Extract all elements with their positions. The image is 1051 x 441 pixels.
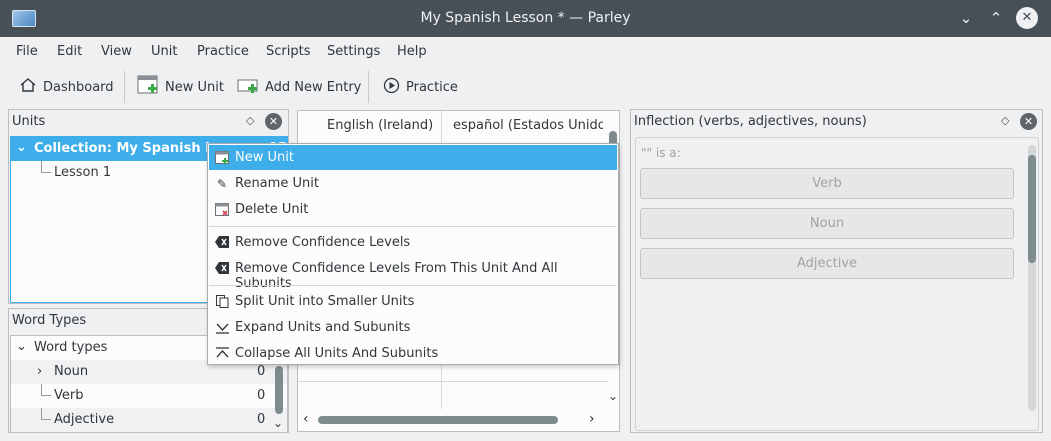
menu-scripts[interactable]: Scripts [266, 44, 310, 59]
new-unit-label: New Unit [165, 79, 224, 95]
menu-item-remove-confidence[interactable]: Remove Confidence Levels [209, 230, 617, 255]
practice-label: Practice [406, 79, 458, 95]
scroll-right-arrow-icon[interactable]: › [589, 411, 595, 427]
word-types-scrollbar[interactable] [275, 366, 283, 414]
menu-edit[interactable]: Edit [57, 44, 82, 59]
units-dock-title: Units [12, 114, 46, 129]
verb-count: 0 [257, 388, 266, 403]
tree-branch-line [41, 408, 51, 420]
verb-label: Verb [54, 388, 84, 403]
menu-practice[interactable]: Practice [197, 44, 249, 59]
grid-horizontal-scrollbar[interactable] [318, 416, 558, 424]
chevron-right-icon[interactable]: › [37, 364, 42, 379]
adjective-label: Adjective [54, 412, 115, 427]
menu-item-remove-confidence-subunits[interactable]: Remove Confidence Levels From This Unit … [209, 256, 617, 291]
add-entry-icon [237, 74, 259, 100]
menu-help[interactable]: Help [397, 44, 427, 59]
word-types-root-label: Word types [34, 340, 108, 355]
unit-context-menu: New Unit ✎ Rename Unit Delete Unit Remov… [207, 143, 619, 365]
float-icon[interactable]: ◇ [1001, 114, 1009, 127]
inflection-prompt: "" is a: [641, 146, 681, 160]
expand-icon [215, 321, 229, 335]
adjective-count: 0 [257, 412, 266, 427]
close-dock-button[interactable]: ✕ [265, 113, 282, 130]
noun-label: Noun [54, 364, 89, 379]
column-header-english[interactable]: English (Ireland) [327, 118, 433, 133]
menu-item-delete-unit[interactable]: Delete Unit [209, 197, 617, 222]
menu-unit[interactable]: Unit [151, 44, 177, 59]
home-icon [19, 77, 37, 97]
verb-button[interactable]: Verb [640, 168, 1014, 199]
menu-item-rename-unit[interactable]: ✎ Rename Unit [209, 171, 617, 196]
tree-row-adjective[interactable]: Adjective 0 [11, 408, 287, 432]
inflection-scrollbar[interactable] [1028, 145, 1036, 411]
scrollbar-thumb[interactable] [1028, 155, 1036, 263]
pencil-icon: ✎ [216, 177, 228, 191]
maximize-button[interactable]: ⌃ [985, 7, 1007, 29]
clear-icon [215, 262, 229, 276]
menu-settings[interactable]: Settings [327, 44, 380, 59]
close-dock-button[interactable]: ✕ [1020, 113, 1037, 130]
split-icon [215, 295, 229, 309]
minimize-button[interactable]: ⌄ [955, 7, 977, 29]
dashboard-button[interactable]: Dashboard [19, 74, 114, 100]
add-new-entry-button[interactable]: Add New Entry [237, 74, 361, 100]
title-bar: My Spanish Lesson * — Parley ⌄ ⌃ ✕ [0, 0, 1051, 37]
menu-item-collapse-units[interactable]: Collapse All Units And Subunits [209, 341, 617, 366]
noun-count: 0 [257, 364, 266, 379]
toolbar-separator [368, 71, 369, 103]
delete-unit-icon [215, 203, 229, 217]
menu-separator [209, 226, 617, 227]
new-unit-button[interactable]: New Unit [137, 74, 224, 100]
lesson-label: Lesson 1 [54, 165, 112, 180]
clear-icon [215, 236, 229, 250]
column-header-spanish[interactable]: español (Estados Unidos [453, 118, 603, 133]
tree-branch-line [41, 384, 51, 396]
tree-row-verb[interactable]: Verb 0 [11, 384, 287, 408]
close-window-button[interactable]: ✕ [1016, 7, 1038, 29]
menu-view[interactable]: View [101, 44, 132, 59]
play-icon [383, 77, 400, 98]
window-title: My Spanish Lesson * — Parley [420, 10, 631, 26]
grid-line [298, 381, 608, 382]
add-new-entry-label: Add New Entry [265, 79, 362, 95]
new-unit-icon [215, 151, 229, 165]
practice-button[interactable]: Practice [383, 74, 458, 100]
menu-separator [209, 285, 617, 286]
menu-item-expand-units[interactable]: Expand Units and Subunits [209, 315, 617, 340]
menu-item-split-unit[interactable]: Split Unit into Smaller Units [209, 289, 617, 314]
scroll-left-arrow-icon[interactable]: ‹ [303, 411, 309, 427]
menu-bar: File Edit View Unit Practice Scripts Set… [0, 37, 1051, 67]
main-toolbar: Dashboard New Unit Add New Entry Practic… [0, 67, 1051, 105]
chevron-down-icon[interactable]: ⌄ [16, 140, 27, 155]
dashboard-label: Dashboard [43, 79, 114, 95]
scroll-down-arrow-icon[interactable]: ⌄ [273, 416, 283, 430]
scrollbar-thumb[interactable] [275, 366, 283, 414]
menu-file[interactable]: File [16, 44, 38, 59]
adjective-button[interactable]: Adjective [640, 248, 1014, 279]
new-unit-icon [137, 74, 159, 100]
word-types-dock-title: Word Types [12, 313, 87, 328]
menu-item-new-unit[interactable]: New Unit [209, 145, 617, 170]
float-icon[interactable]: ◇ [246, 114, 254, 127]
noun-button[interactable]: Noun [640, 208, 1014, 239]
scroll-down-arrow-icon[interactable]: ⌄ [608, 389, 618, 403]
toolbar-separator [124, 71, 125, 103]
collapse-icon [215, 347, 229, 361]
inflection-dock-title: Inflection (verbs, adjectives, nouns) [634, 114, 867, 129]
tree-branch-line [41, 161, 51, 173]
chevron-down-icon[interactable]: ⌄ [16, 339, 27, 354]
